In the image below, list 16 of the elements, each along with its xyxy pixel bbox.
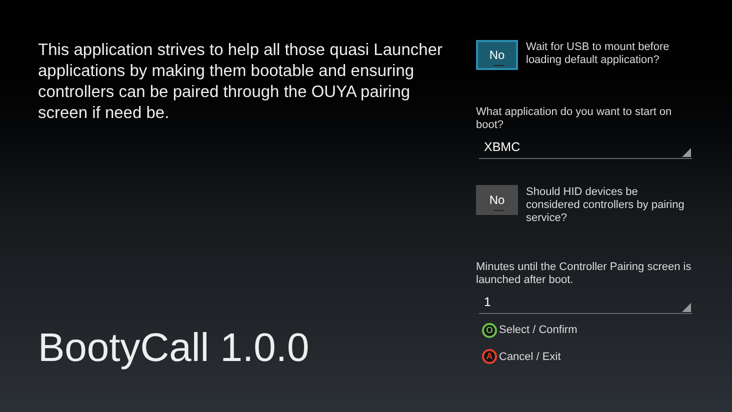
hint-label: Cancel / Exit: [499, 350, 561, 364]
description-text: This application strives to help all those quasi Launcher applications by making them bootable and ensuring controllers can be paired through the OUYA pairing screen if need be.: [38, 40, 444, 124]
setting-text: What application do you want to start on boot?: [476, 106, 673, 132]
controller-button-icon: O: [482, 322, 497, 338]
setting-text: Minutes until the Controller Pairing screen is launched after boot.: [476, 261, 692, 287]
dropdown-arrow-icon: [682, 148, 691, 157]
app-title: BootyCall 1.0.0: [38, 328, 310, 368]
dropdown-arrow-icon: [682, 303, 691, 312]
toggle-button[interactable]: No: [476, 40, 518, 70]
dropdown[interactable]: XBMC: [479, 137, 692, 159]
toggle-button[interactable]: No: [476, 185, 518, 215]
hint-label: Select / Confirm: [499, 323, 578, 338]
dropdown[interactable]: 1: [479, 292, 692, 314]
setting-text: Wait for USB to mount before loading default application?: [526, 40, 670, 67]
setting-text: Should HID devices be considered controllers by pairing service?: [526, 185, 686, 225]
controller-button-icon: A: [482, 349, 497, 364]
